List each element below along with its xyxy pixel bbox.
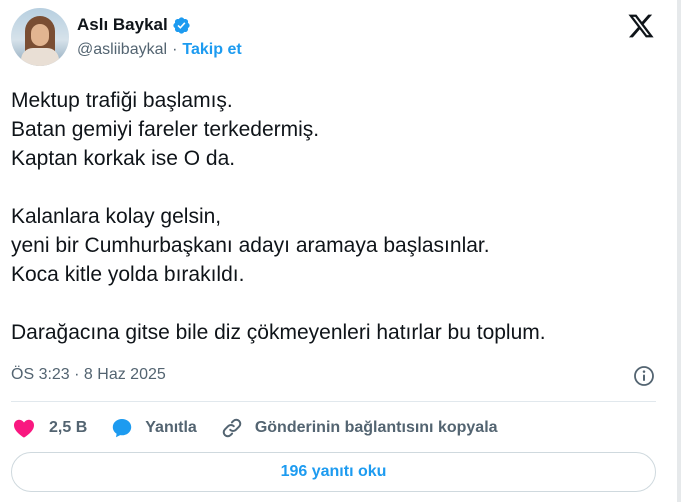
divider (11, 401, 656, 402)
tweet-line: yeni bir Cumhurbaşkanı adayı aramaya baş… (11, 234, 490, 257)
tweet-actions: 2,5 B Yanıtla Gönderinin bağlantısını ko… (11, 413, 520, 443)
tweet-card: Aslı Baykal @asliibaykal · Takip et Mekt… (0, 0, 681, 502)
x-logo-icon[interactable] (627, 12, 655, 40)
tweet-header: Aslı Baykal @asliibaykal · Takip et (11, 8, 661, 70)
info-icon[interactable] (632, 364, 656, 388)
author-handle-row: @asliibaykal · Takip et (77, 41, 242, 59)
tweet-timestamp[interactable]: ÖS 3:23 · 8 Haz 2025 (11, 366, 166, 384)
like-count: 2,5 B (49, 419, 88, 436)
tweet-line: Koca kitle yolda bırakıldı. (11, 263, 245, 286)
tweet-line: Batan gemiyi fareler terkedermiş. (11, 118, 320, 141)
author-name-row: Aslı Baykal (77, 14, 191, 36)
reply-bubble-icon (109, 415, 135, 441)
tweet-text: Mektup trafiği başlamış. Batan gemiyi fa… (11, 86, 661, 347)
follow-button[interactable]: Takip et (182, 41, 241, 59)
window-edge (677, 0, 681, 502)
tweet-meta: ÖS 3:23 · 8 Haz 2025 (11, 364, 656, 390)
separator-dot: · (172, 41, 178, 58)
link-icon (219, 415, 245, 441)
heart-icon (11, 415, 37, 441)
avatar[interactable] (11, 8, 69, 66)
reply-button[interactable]: Yanıtla (109, 415, 197, 441)
tweet-line: Darağacına gitse bile diz çökmeyenleri h… (11, 321, 546, 344)
like-button[interactable]: 2,5 B (11, 415, 87, 441)
copy-link-label: Gönderinin bağlantısını kopyala (254, 419, 498, 436)
verified-badge-icon (173, 16, 190, 34)
author-name[interactable]: Aslı Baykal (77, 15, 168, 35)
author-handle[interactable]: @asliibaykal (77, 41, 167, 59)
reply-label: Yanıtla (145, 419, 197, 436)
tweet-line: Mektup trafiği başlamış. (11, 89, 233, 112)
copy-link-button[interactable]: Gönderinin bağlantısını kopyala (219, 415, 498, 441)
tweet-line: Kaptan korkak ise O da. (11, 147, 236, 170)
read-replies-button[interactable]: 196 yanıtı oku (11, 452, 656, 492)
tweet-line: Kalanlara kolay gelsin, (11, 205, 222, 228)
